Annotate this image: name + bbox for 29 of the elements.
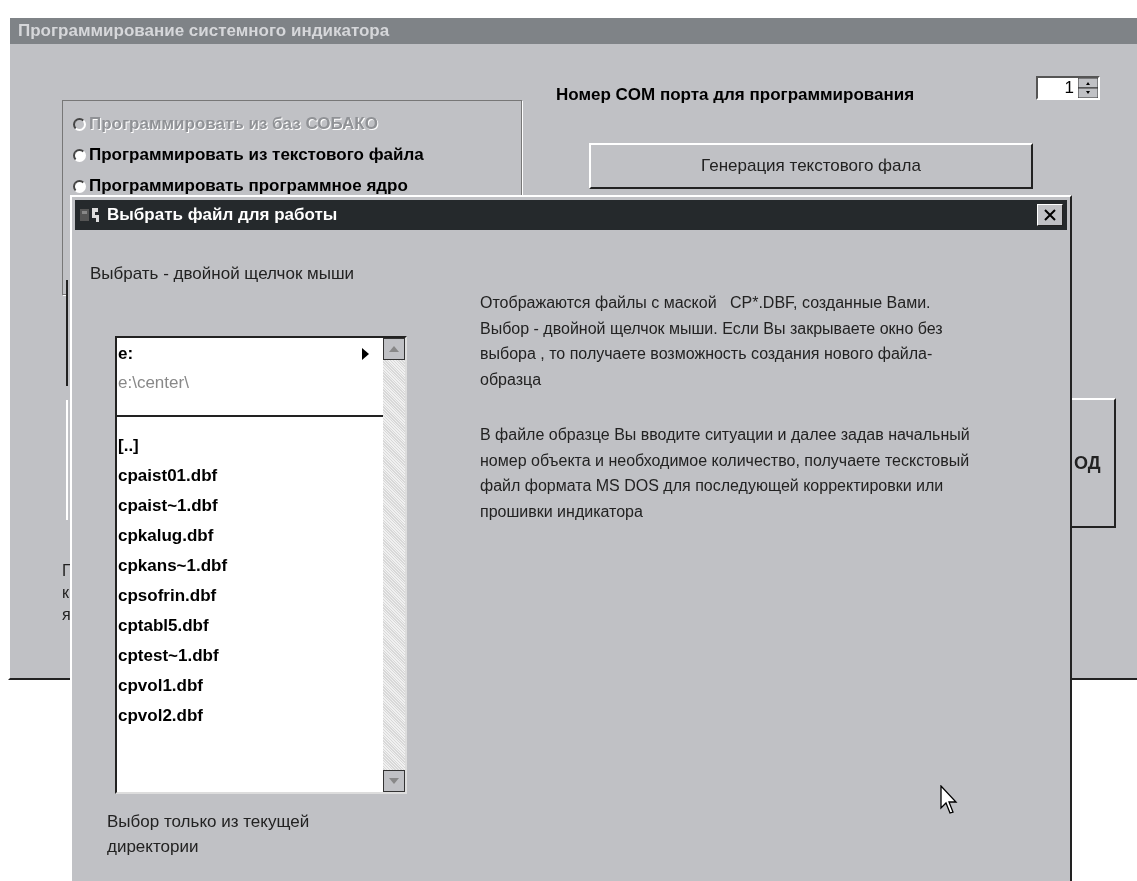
- window-title: Программирование системного индикатора: [18, 20, 390, 43]
- file-item[interactable]: cpaist01.dbf: [117, 461, 383, 491]
- label-fragment: к: [62, 583, 70, 603]
- generate-file-button[interactable]: Генерация текстового фала: [589, 143, 1033, 189]
- com-port-spinner[interactable]: 1: [1036, 76, 1100, 100]
- file-item[interactable]: cpaist~1.dbf: [117, 491, 383, 521]
- radio-label: Программировать из текстового файла: [89, 144, 424, 167]
- exit-button[interactable]: ОД: [1072, 398, 1116, 528]
- radio-label: Программировать программное ядро: [89, 175, 408, 198]
- drive-item[interactable]: e:: [117, 341, 134, 367]
- description-paragraph: Отображаются файлы с маской CP*.DBF, созданные Вами. Выбор - двойной щелчок мыши. Если Вы закрываете окно без выбора , то получаете возможность создания нового файла-образца: [480, 293, 944, 390]
- file-item[interactable]: cpvol2.dbf: [117, 701, 383, 731]
- file-item[interactable]: cpsofrin.dbf: [117, 581, 383, 611]
- file-list-box[interactable]: e: e:\center\ [..] cpaist01.dbf cpaist~1.dbf cpkalug.dbf cpkans~1.dbf cpsofrin.dbf cptabl5.dbf cptest~1.dbf cpvol1.dbf cpvol2.dbf: [115, 336, 407, 794]
- file-item[interactable]: cpkans~1.dbf: [117, 551, 383, 581]
- footer-note: Выбор только из текущей директории: [107, 811, 311, 858]
- hint-text: Выбрать - двойной щелчок мыши: [90, 263, 355, 285]
- dialog-title: Выбрать файл для работы: [107, 204, 339, 227]
- file-item[interactable]: cptest~1.dbf: [117, 641, 383, 671]
- description-paragraph: В файле образце Вы вводите ситуации и далее задав начальный номер объекта и необходимое количество, получаете тескстовый файл формата MS DOS для последующей корректировки или прошивки индикатора: [480, 425, 971, 522]
- file-item[interactable]: cpkalug.dbf: [117, 521, 383, 551]
- file-item[interactable]: cptabl5.dbf: [117, 611, 383, 641]
- file-item[interactable]: [..]: [117, 431, 383, 461]
- label-fragment: Г: [62, 561, 71, 581]
- label-fragment: я: [62, 605, 71, 625]
- current-path: e:\center\: [117, 372, 190, 394]
- com-port-label: Номер COM порта для программирования: [556, 84, 915, 106]
- file-item[interactable]: cpvol1.dbf: [117, 671, 383, 701]
- radio-label: Программировать из баз СОБАКО: [89, 113, 378, 136]
